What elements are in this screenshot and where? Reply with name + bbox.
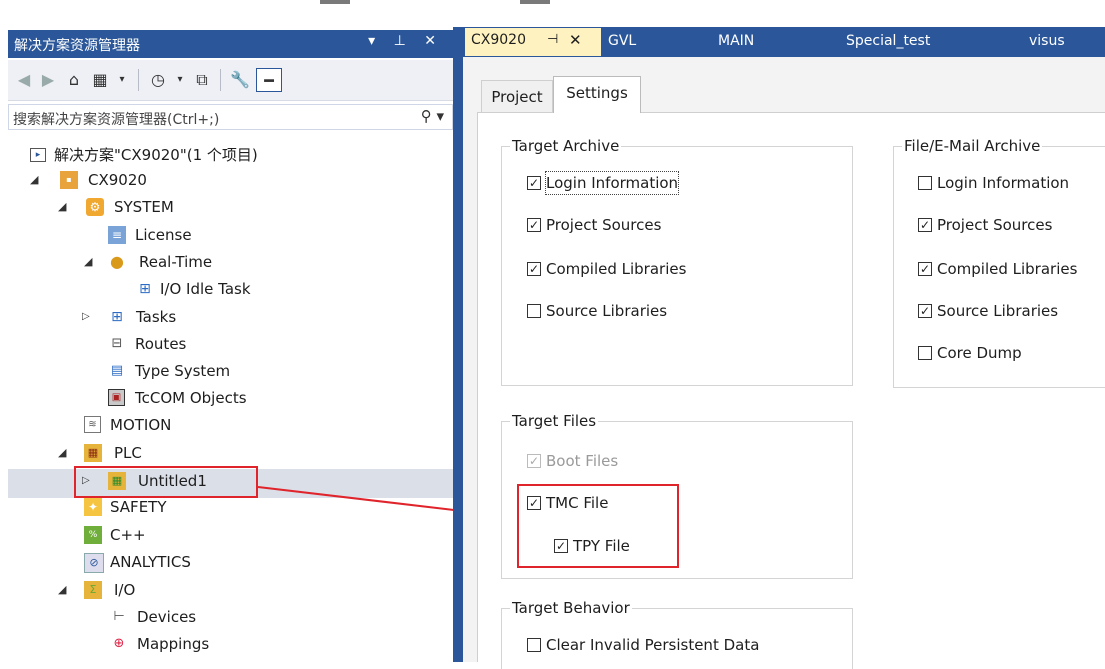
checkbox-unchecked-icon[interactable] [527, 304, 541, 318]
highlight-box-target-files [517, 484, 679, 568]
subtab-project[interactable]: Project [481, 80, 553, 113]
tab-main[interactable]: MAIN [718, 27, 754, 57]
group-title: Target Files [510, 412, 599, 430]
group-title: Target Behavior [510, 599, 632, 617]
tab-cx9020[interactable]: CX9020 ⊣ ✕ [465, 28, 601, 56]
checkbox-checked-icon[interactable]: ✓ [527, 176, 541, 190]
checkbox-checked-icon[interactable]: ✓ [918, 218, 932, 232]
checkbox-unchecked-icon[interactable] [918, 176, 932, 190]
group-title: Target Archive [510, 137, 622, 155]
checkbox-checked-icon[interactable]: ✓ [918, 262, 932, 276]
pin-icon[interactable]: ⊣ [547, 32, 558, 47]
group-title: File/E-Mail Archive [902, 137, 1043, 155]
checkbox-checked-icon[interactable]: ✓ [527, 262, 541, 276]
checkbox-unchecked-icon[interactable] [918, 346, 932, 360]
checkbox-checked-icon: ✓ [527, 454, 541, 468]
checkbox-checked-icon[interactable]: ✓ [918, 304, 932, 318]
tab-cx9020-label: CX9020 [471, 32, 526, 48]
close-icon[interactable]: ✕ [569, 31, 582, 49]
subtab-settings[interactable]: Settings [553, 76, 641, 113]
checkbox-unchecked-icon[interactable] [527, 638, 541, 652]
panel-divider[interactable] [453, 27, 463, 662]
tab-special-test[interactable]: Special_test [846, 27, 930, 57]
checkbox-checked-icon[interactable]: ✓ [527, 218, 541, 232]
tab-visus[interactable]: visus [1029, 27, 1065, 57]
tab-gvl[interactable]: GVL [608, 27, 636, 57]
